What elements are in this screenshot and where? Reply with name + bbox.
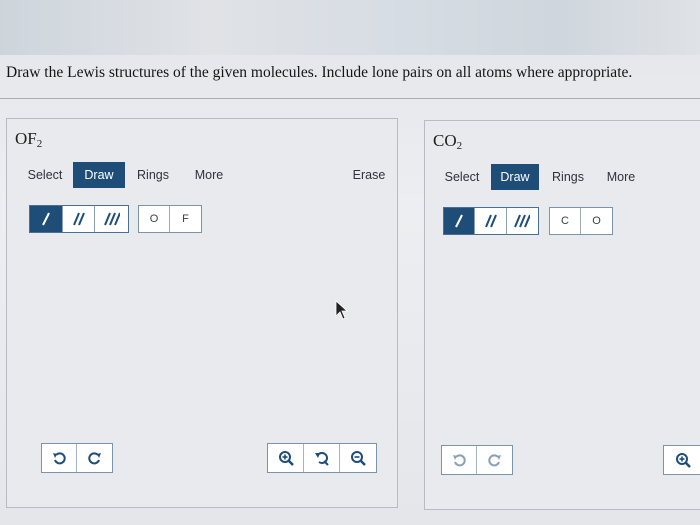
bond-tools [443, 207, 539, 235]
zoom-out-icon [350, 451, 366, 466]
element-tools: C O [549, 207, 613, 235]
double-bond-icon [72, 212, 85, 226]
element-o-button[interactable]: O [581, 208, 612, 234]
bond-tools [29, 205, 129, 233]
element-f-button[interactable]: F [170, 206, 201, 232]
single-bond-button[interactable] [444, 208, 476, 234]
double-bond-button[interactable] [63, 206, 96, 232]
redo-button[interactable] [477, 446, 512, 474]
double-bond-button[interactable] [475, 208, 507, 234]
erase-tool-button[interactable]: Erase [347, 162, 391, 188]
zoom-controls [663, 445, 700, 475]
question-instruction: Draw the Lewis structures of the given m… [6, 64, 633, 81]
zoom-in-icon [676, 453, 691, 468]
zoom-in-button[interactable] [664, 446, 700, 474]
mouse-cursor-icon [335, 300, 348, 320]
undo-icon [53, 452, 66, 465]
redo-button[interactable] [77, 444, 112, 472]
element-o-button[interactable]: O [139, 206, 171, 232]
more-tool-button[interactable]: More [187, 162, 231, 188]
rings-tool-button[interactable]: Rings [549, 164, 587, 190]
zoom-in-icon [278, 451, 294, 466]
undo-button[interactable] [442, 446, 478, 474]
zoom-reset-icon [314, 452, 329, 466]
undo-icon [453, 454, 466, 467]
formula-subscript: 2 [36, 138, 43, 150]
toolbar: Select Draw Rings More Erase [7, 162, 397, 188]
zoom-controls [267, 443, 377, 473]
triple-bond-button[interactable] [507, 208, 538, 234]
zoom-reset-button[interactable] [304, 444, 340, 472]
draw-tool-button[interactable]: Draw [73, 162, 125, 188]
triple-bond-button[interactable] [95, 206, 128, 232]
single-bond-icon [41, 212, 50, 226]
redo-icon [87, 452, 101, 465]
rings-tool-button[interactable]: Rings [131, 162, 175, 188]
triple-bond-icon [514, 214, 531, 228]
history-controls [441, 445, 513, 475]
draw-tool-button[interactable]: Draw [491, 164, 539, 190]
screen-glare-band [0, 0, 700, 55]
redo-icon [487, 454, 501, 467]
triple-bond-icon [103, 212, 120, 226]
single-bond-button[interactable] [30, 206, 63, 232]
formula-main: CO [433, 131, 457, 150]
double-bond-icon [484, 214, 497, 228]
zoom-in-button[interactable] [268, 444, 305, 472]
formula-main: OF [15, 129, 37, 148]
divider [0, 98, 700, 99]
zoom-out-button[interactable] [340, 444, 376, 472]
molecule-formula: CO2 [433, 131, 462, 152]
history-controls [41, 443, 113, 473]
element-c-button[interactable]: C [550, 208, 582, 234]
single-bond-icon [455, 214, 464, 228]
toolbar: Select Draw Rings More [425, 164, 700, 190]
molecule-formula: OF2 [15, 129, 42, 150]
element-tools: O F [138, 205, 202, 233]
more-tool-button[interactable]: More [601, 164, 641, 190]
undo-button[interactable] [42, 444, 78, 472]
drawing-panel-co2[interactable]: CO2 Select Draw Rings More C O [424, 120, 700, 510]
formula-subscript: 2 [456, 140, 463, 152]
select-tool-button[interactable]: Select [21, 162, 69, 188]
select-tool-button[interactable]: Select [439, 164, 485, 190]
